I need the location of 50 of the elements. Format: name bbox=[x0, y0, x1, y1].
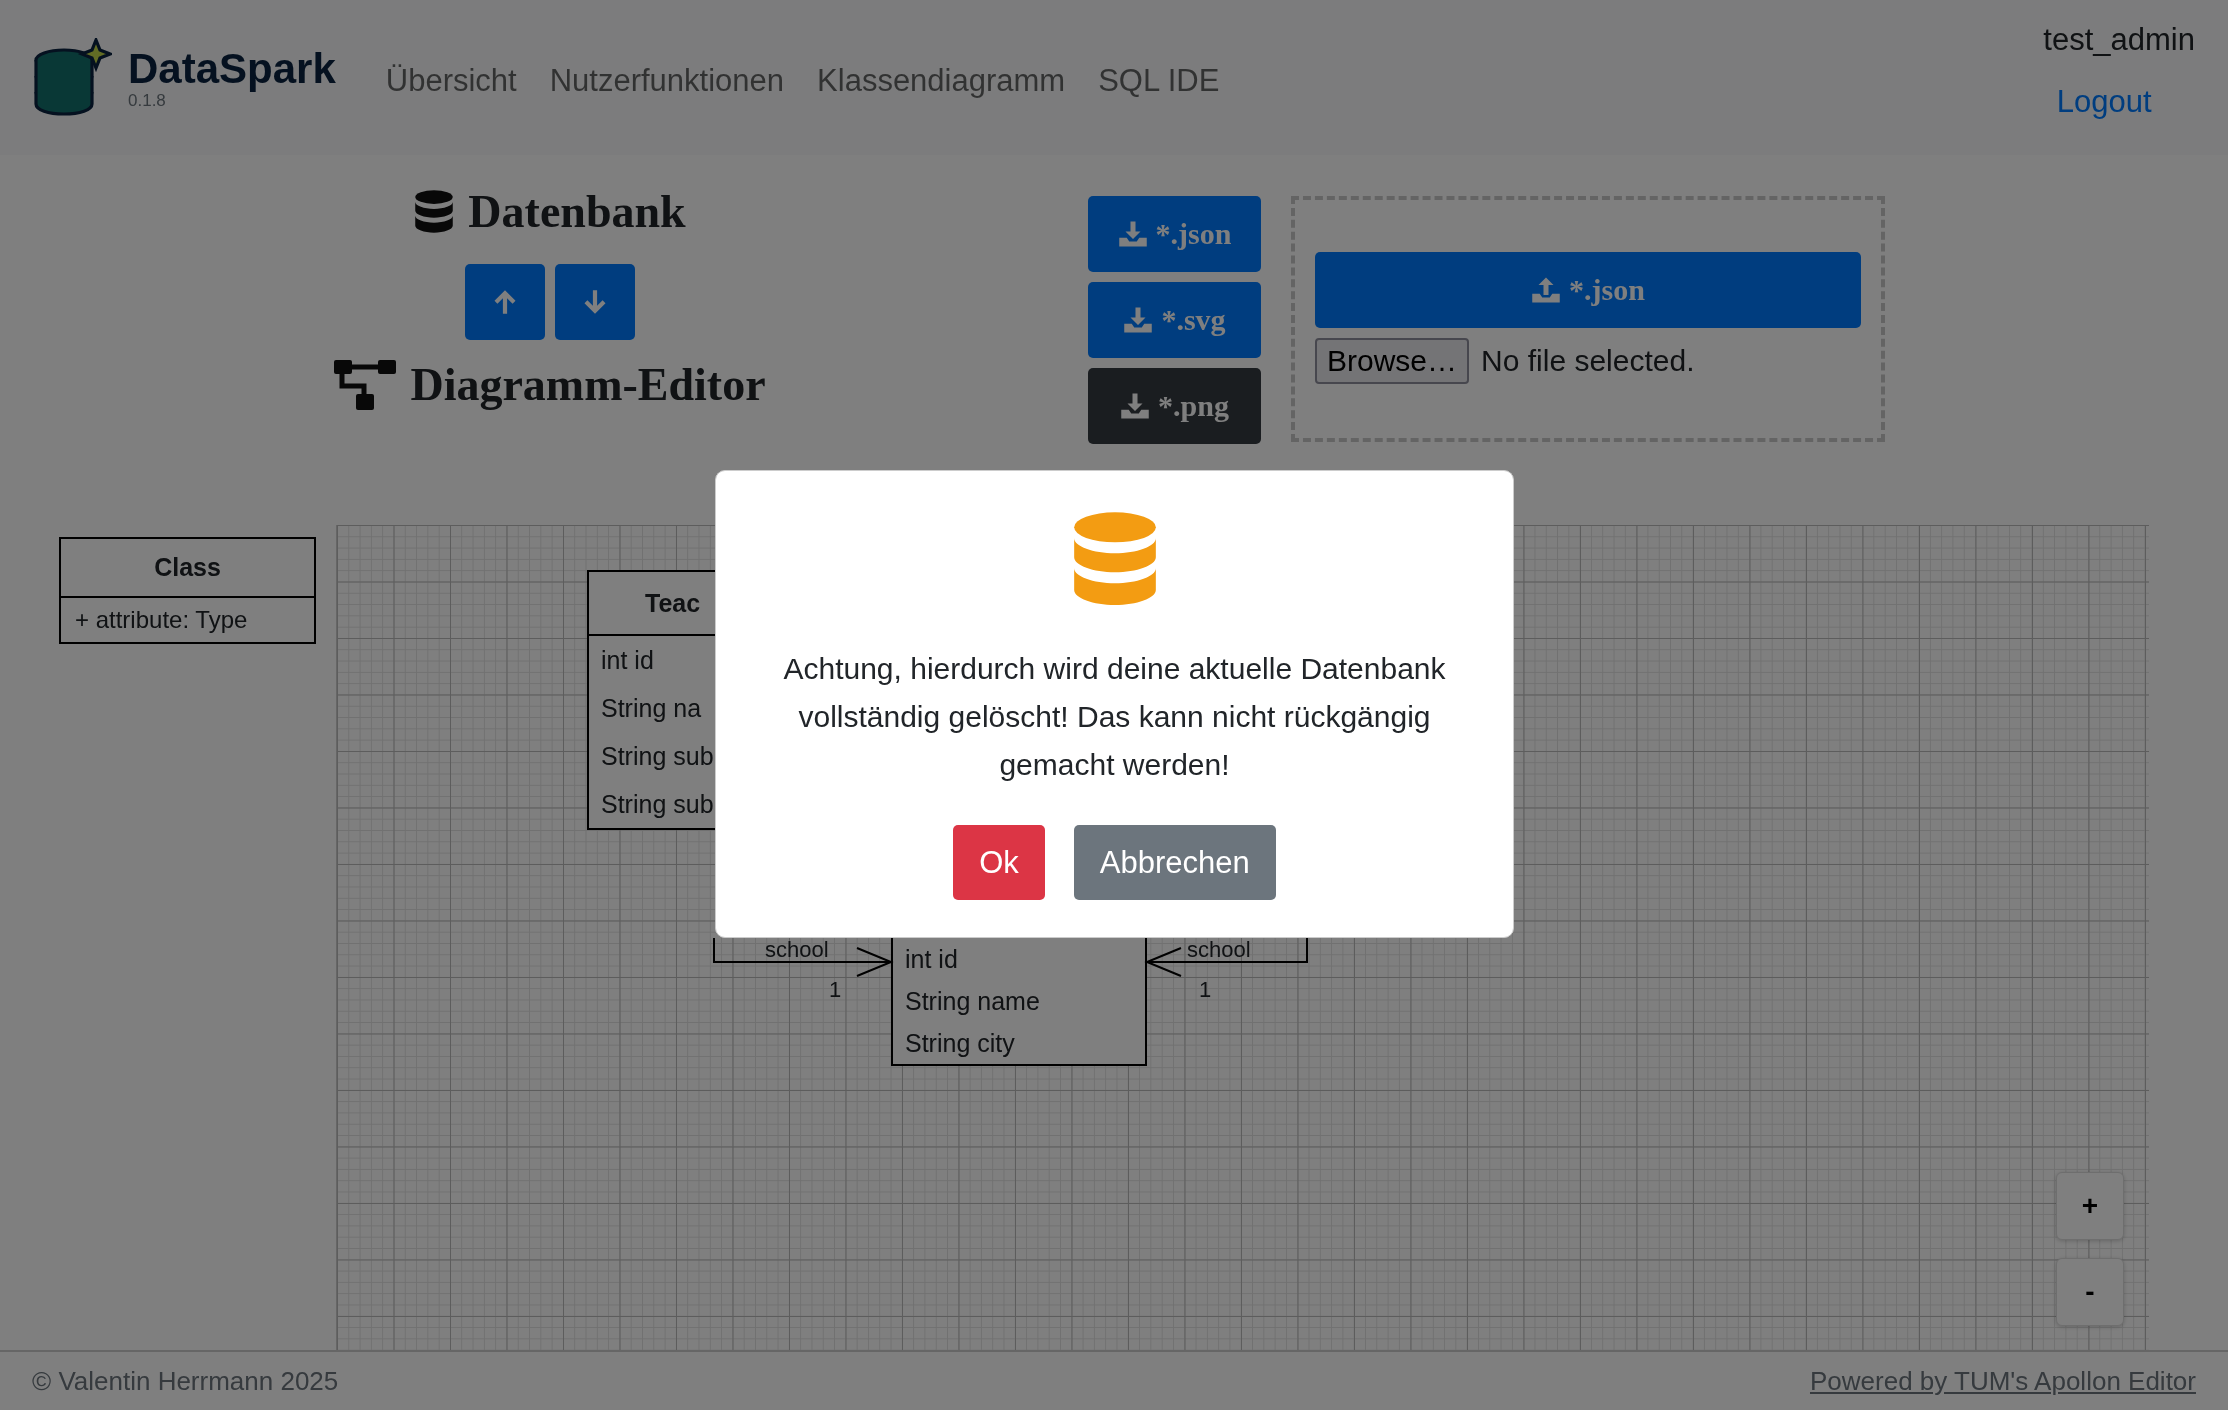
download-icon bbox=[1117, 219, 1148, 249]
download-icon bbox=[1123, 305, 1154, 335]
ok-button[interactable]: Ok bbox=[953, 825, 1045, 900]
class-attribute: String sub bbox=[600, 741, 715, 772]
version-label: 0.1.8 bbox=[128, 91, 166, 110]
apollon-link[interactable]: Powered by TUM's Apollon Editor bbox=[1810, 1365, 2196, 1397]
download-button[interactable]: *.svg bbox=[1088, 282, 1261, 358]
nav-link[interactable]: Nutzerfunktionen bbox=[549, 62, 785, 99]
download-icon bbox=[1120, 391, 1151, 421]
cancel-button[interactable]: Abbrechen bbox=[1073, 825, 1276, 900]
down-arrow-button[interactable] bbox=[555, 264, 635, 340]
editor-heading: Diagramm-Editor bbox=[410, 358, 766, 411]
class-palette-item[interactable]: Class + attribute: Type bbox=[59, 537, 316, 644]
class-attribute: String sub bbox=[600, 789, 715, 820]
class-box[interactable]: Teac int id String na String sub String sub bbox=[587, 570, 716, 830]
class-attribute: String city bbox=[904, 1028, 1016, 1059]
database-icon bbox=[414, 188, 455, 235]
copyright-text: © Valentin Herrmann 2025 bbox=[32, 1365, 339, 1397]
role-label: school bbox=[1187, 938, 1251, 962]
upload-icon bbox=[1531, 275, 1562, 305]
class-attribute: String name bbox=[904, 986, 1041, 1017]
class-attribute: String na bbox=[600, 693, 703, 724]
download-button[interactable]: *.json bbox=[1088, 196, 1261, 272]
association-line[interactable] bbox=[1144, 937, 1308, 977]
nav-link[interactable]: SQL IDE bbox=[1098, 62, 1220, 99]
multiplicity-label: 1 bbox=[829, 978, 842, 1002]
up-arrow-button[interactable] bbox=[465, 264, 545, 340]
warning-message: Achtung, hierdurch wird deine aktuelle Datenbank vollständig gelöscht! Das kann nicht rückgängig gemacht werden! bbox=[782, 651, 1447, 783]
class-box[interactable]: int id String name String city bbox=[891, 938, 1147, 1066]
association-line[interactable] bbox=[713, 937, 894, 977]
download-button[interactable]: *.png bbox=[1088, 368, 1261, 444]
diagram-icon bbox=[334, 359, 397, 410]
multiplicity-label: 1 bbox=[1199, 978, 1212, 1002]
database-heading: Datenbank bbox=[468, 185, 686, 238]
logout-link[interactable]: Logout bbox=[2056, 84, 2152, 120]
file-status: No file selected. bbox=[1481, 344, 1695, 378]
role-label: school bbox=[765, 938, 829, 962]
class-attribute: + attribute: Type bbox=[74, 605, 249, 635]
nav-link[interactable]: Klassendiagramm bbox=[817, 62, 1066, 99]
class-attribute: int id bbox=[600, 645, 655, 676]
zoom-out-button[interactable]: - bbox=[2056, 1258, 2124, 1326]
logo-icon bbox=[32, 37, 112, 118]
upload-drop-zone[interactable]: *.json Browse… No file selected. bbox=[1291, 196, 1885, 442]
username: test_admin bbox=[2043, 22, 2195, 58]
nav-link[interactable]: Übersicht bbox=[385, 62, 517, 99]
class-name: Class bbox=[61, 539, 314, 598]
upload-button[interactable]: *.json bbox=[1315, 252, 1861, 328]
browse-button[interactable]: Browse… bbox=[1315, 338, 1470, 384]
class-attribute: int id bbox=[904, 944, 959, 975]
zoom-in-button[interactable]: + bbox=[2056, 1172, 2124, 1240]
